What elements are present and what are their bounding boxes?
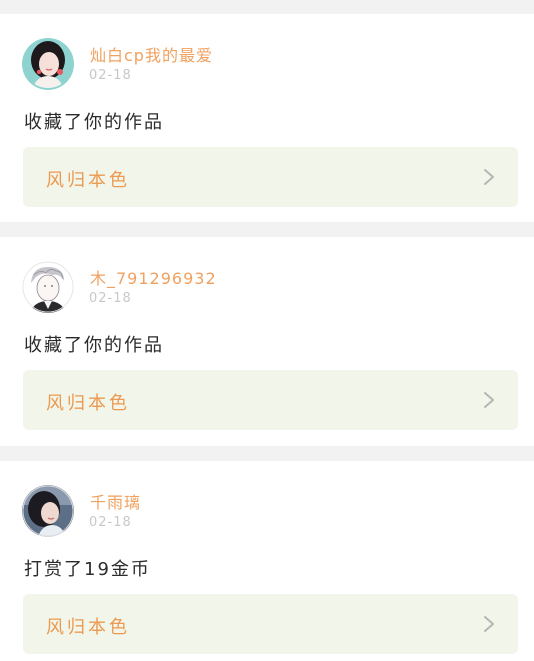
chevron-right-icon bbox=[482, 167, 496, 187]
chevron-right-icon bbox=[482, 390, 496, 410]
user-avatar-icon[interactable] bbox=[22, 261, 74, 313]
work-title: 风归本色 bbox=[46, 617, 130, 638]
work-link-button[interactable]: 风归本色 bbox=[23, 147, 518, 207]
work-link-button[interactable]: 风归本色 bbox=[23, 370, 518, 430]
work-title: 风归本色 bbox=[46, 170, 130, 191]
work-title: 风归本色 bbox=[46, 393, 130, 414]
timestamp: 02-18 bbox=[89, 515, 132, 530]
work-link-button[interactable]: 风归本色 bbox=[23, 594, 518, 654]
chevron-right-icon bbox=[482, 614, 496, 634]
username[interactable]: 千雨璃 bbox=[90, 489, 141, 513]
notification-action-text: 收藏了你的作品 bbox=[24, 335, 164, 356]
notification-action-text: 收藏了你的作品 bbox=[24, 112, 164, 133]
username[interactable]: 灿白cp我的最爱 bbox=[90, 42, 213, 66]
username[interactable]: 木_791296932 bbox=[90, 265, 217, 289]
notification-action-text: 打赏了19金币 bbox=[24, 559, 151, 580]
notification-card: 灿白cp我的最爱 02-18 收藏了你的作品 风归本色 bbox=[0, 14, 534, 222]
user-avatar-icon[interactable] bbox=[22, 38, 74, 90]
timestamp: 02-18 bbox=[89, 68, 132, 83]
timestamp: 02-18 bbox=[89, 291, 132, 306]
notification-card: 木_791296932 02-18 收藏了你的作品 风归本色 bbox=[0, 237, 534, 446]
notification-card: 千雨璃 02-18 打赏了19金币 风归本色 bbox=[0, 461, 534, 661]
user-avatar-icon[interactable] bbox=[22, 485, 74, 537]
